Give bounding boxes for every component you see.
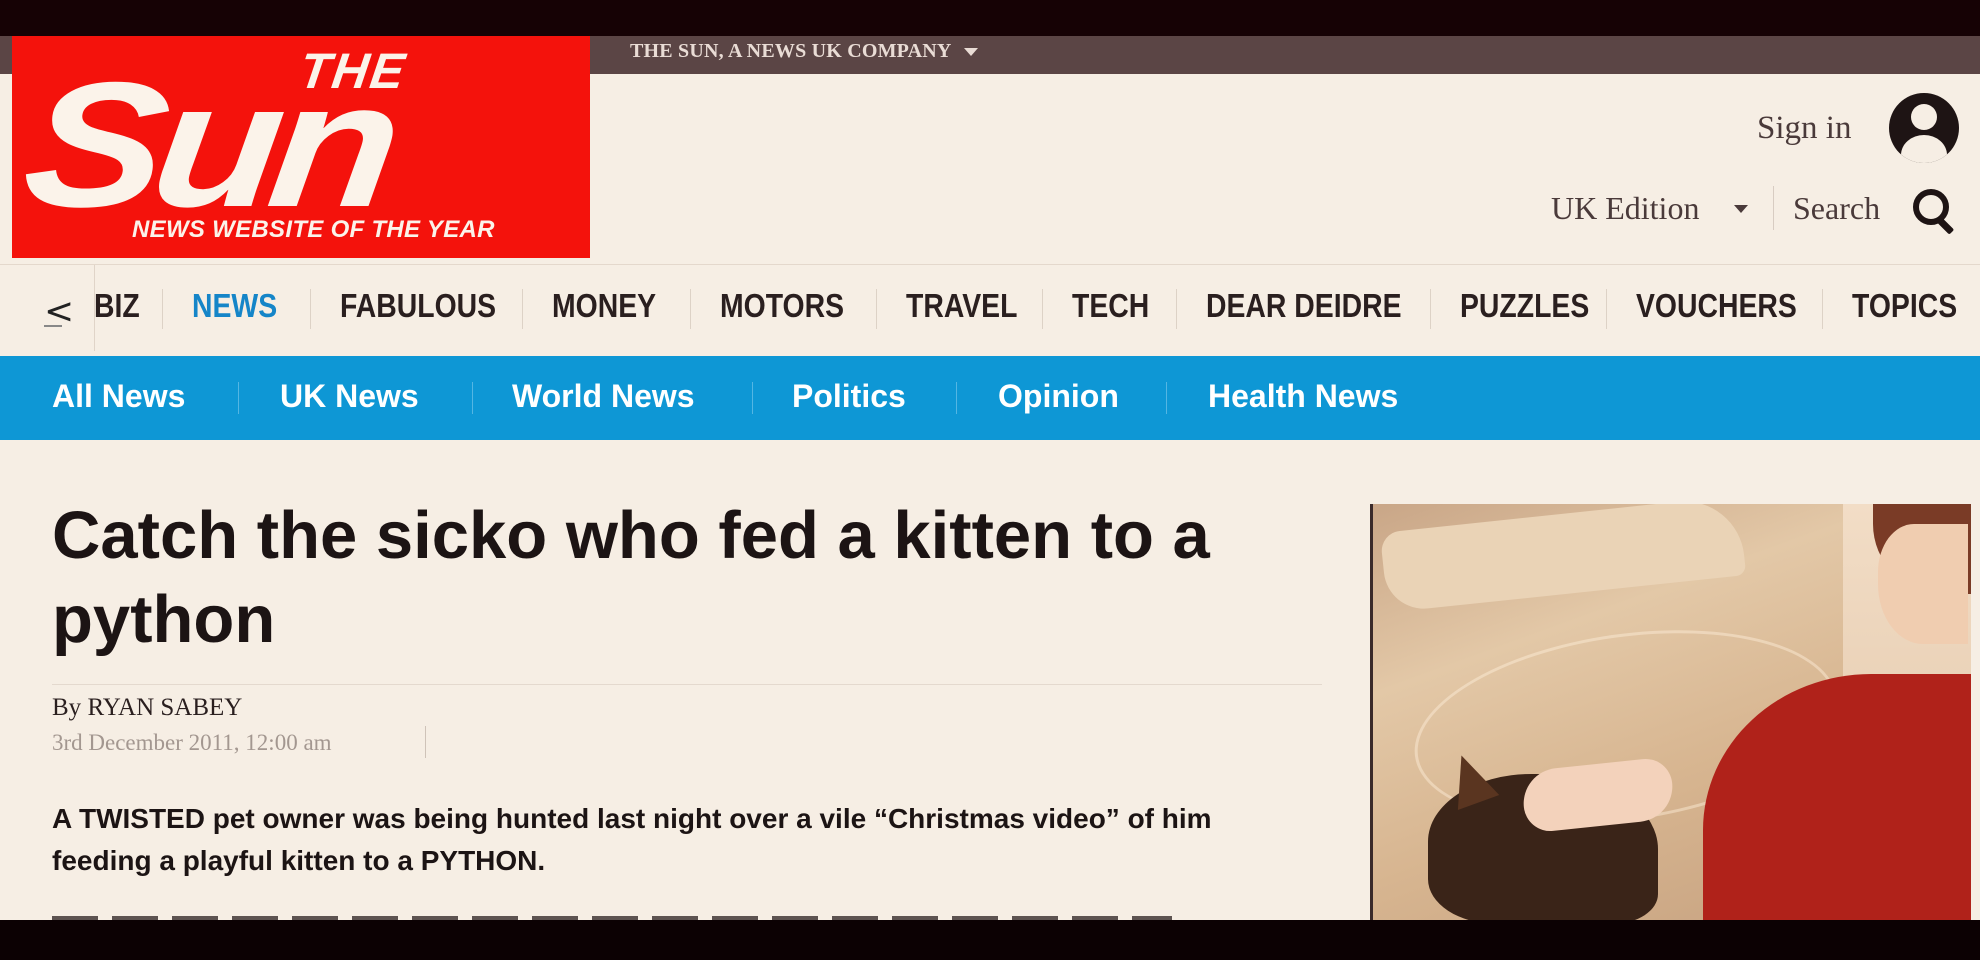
edition-selector[interactable]: UK Edition (1551, 190, 1699, 227)
author-link[interactable]: RYAN SABEY (87, 694, 242, 721)
article-body-cutoff (52, 908, 1172, 920)
nav-divider (1042, 289, 1043, 329)
nav-divider (1430, 289, 1431, 329)
user-avatar-icon[interactable] (1889, 93, 1959, 163)
subnav-item-all-news[interactable]: All News (52, 378, 185, 415)
nav-item-travel[interactable]: TRAVEL (906, 287, 1017, 325)
nav-item-money[interactable]: MONEY (552, 287, 656, 325)
nav-item-news[interactable]: NEWS (192, 287, 277, 325)
nav-divider (522, 289, 523, 329)
article-byline: By RYAN SABEY (52, 694, 242, 722)
logo-sun-text: Sun (14, 45, 401, 244)
photo-sheet (1379, 504, 1747, 613)
nav-item-biz[interactable]: BIZ (94, 287, 140, 325)
subnav-item-politics[interactable]: Politics (792, 378, 906, 415)
subnav-divider (238, 382, 239, 414)
nav-item-vouchers[interactable]: VOUCHERS (1636, 287, 1797, 325)
sign-in-link[interactable]: Sign in (1757, 110, 1851, 147)
video-letterbox-bottom (0, 920, 1980, 960)
nav-divider (310, 289, 311, 329)
subnav-divider (752, 382, 753, 414)
subnav-divider (956, 382, 957, 414)
nav-item-tech[interactable]: TECH (1072, 287, 1149, 325)
caret-down-icon (963, 48, 978, 57)
search-icon-handle (1936, 217, 1955, 235)
nav-divider (1822, 289, 1823, 329)
primary-nav: < BIZ NEWS FABULOUS MONEY MOTORS TRAVEL … (0, 264, 1980, 351)
logo-tagline: NEWS WEBSITE OF THE YEAR (132, 216, 495, 243)
nav-item-topics[interactable]: TOPICS (1852, 287, 1957, 325)
nav-item-dear-deidre[interactable]: DEAR DEIDRE (1206, 287, 1402, 325)
byline-prefix: By (52, 694, 88, 721)
avatar-head-shape (1911, 104, 1937, 130)
corporate-menu[interactable]: THE SUN, A NEWS UK COMPANY (630, 40, 978, 63)
nav-divider (1176, 289, 1177, 329)
article-headline: Catch the sicko who fed a kitten to a py… (52, 498, 1210, 657)
back-underline (44, 325, 62, 327)
avatar-body-shape (1901, 135, 1947, 163)
dateline-divider (425, 726, 426, 758)
article-standfirst: A TWISTED pet owner was being hunted las… (52, 803, 1212, 876)
nav-divider (876, 289, 877, 329)
photo-face (1878, 524, 1968, 644)
nav-item-motors[interactable]: MOTORS (720, 287, 844, 325)
chevron-down-icon (1734, 205, 1748, 213)
search-icon[interactable] (1913, 189, 1957, 235)
news-page: THE SUN, A NEWS UK COMPANY THE Sun NEWS … (0, 36, 1980, 920)
headline-divider (52, 684, 1322, 685)
site-logo[interactable]: THE Sun NEWS WEBSITE OF THE YEAR (12, 36, 590, 258)
subnav-item-health-news[interactable]: Health News (1208, 378, 1398, 415)
article-photo[interactable] (1370, 504, 1971, 920)
nav-item-puzzles[interactable]: PUZZLES (1460, 287, 1589, 325)
subnav-item-opinion[interactable]: Opinion (998, 378, 1119, 415)
subnav-item-world-news[interactable]: World News (512, 378, 695, 415)
nav-divider (690, 289, 691, 329)
subnav-item-uk-news[interactable]: UK News (280, 378, 419, 415)
search-link[interactable]: Search (1793, 190, 1880, 227)
nav-item-fabulous[interactable]: FABULOUS (340, 287, 496, 325)
secondary-nav: All News UK News World News Politics Opi… (0, 356, 1980, 440)
nav-divider (1606, 289, 1607, 329)
nav-scroll-back-button[interactable]: < (0, 265, 95, 351)
video-letterbox-top (0, 0, 1980, 36)
subnav-divider (1166, 382, 1167, 414)
header-divider (1773, 186, 1774, 230)
article-date: 3rd December 2011, 12:00 am (52, 730, 332, 755)
nav-divider (162, 289, 163, 329)
subnav-divider (472, 382, 473, 414)
corporate-label: THE SUN, A NEWS UK COMPANY (630, 40, 952, 62)
